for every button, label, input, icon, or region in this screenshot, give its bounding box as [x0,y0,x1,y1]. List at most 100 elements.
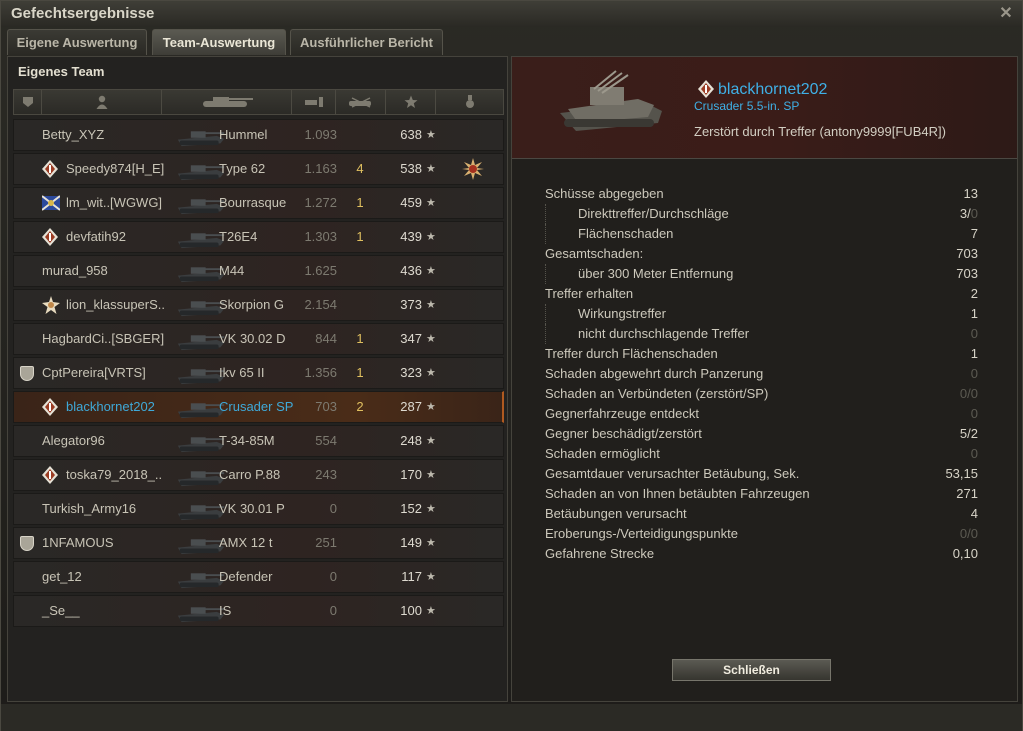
detail-header: blackhornet202 Crusader 5.5-in. SP Zerst… [512,57,1017,159]
kills-icon[interactable] [336,90,386,114]
vehicle-image [554,65,666,140]
tab-detailed-report[interactable]: Ausführlicher Bericht [290,29,443,55]
table-row[interactable]: Betty_XYZ Hummel 1.093 638 ★ [13,119,504,151]
table-row[interactable]: get_12 Defender 0 117 ★ [13,561,504,593]
star-icon: ★ [426,367,436,379]
stat-value-text: 703 [956,246,978,261]
close-button[interactable]: Schließen [672,659,831,681]
player-name: CptPereira[VRTS] [42,365,146,380]
stat-label: Schaden ermöglicht [545,446,660,461]
diamond-badge-icon [42,460,60,490]
close-icon[interactable]: ✕ [998,3,1014,22]
damage-value: 0 [329,501,337,516]
table-row[interactable]: _Se__ IS 0 100 ★ [13,595,504,627]
detail-stats: Schüsse abgegeben 13 Direkttreffer/Durchsc… [545,184,978,564]
star-icon: ★ [426,469,436,481]
table-row[interactable]: Turkish_Army16 VK 30.01 P 0 152 ★ [13,493,504,525]
stat-label: Betäubungen verursacht [545,506,687,521]
star-icon: ★ [426,265,436,277]
stat-value-text: 703 [956,266,978,281]
stat-row: Gesamtschaden: 703 [545,244,978,264]
table-row[interactable]: HagbardCi..[SBGER] VK 30.02 D 844 1 347 ★ [13,323,504,355]
stat-value: 53,15 [945,464,978,484]
stat-value: 0,10 [953,544,978,564]
diamond-badge-icon [42,222,60,252]
stat-value-text: 0,10 [952,546,978,561]
diamond-badge-icon [42,392,60,422]
player-name: toska79_2018_.. [66,467,163,482]
table-row[interactable]: Speedy874[H_E] Type 62 1.163 4 538 ★ [13,153,504,185]
xp-value: 436 [400,263,422,278]
medal-icon[interactable] [436,90,504,114]
xp-value: 638 [400,127,422,142]
xp-value: 248 [400,433,422,448]
stat-label: Gegnerfahrzeuge entdeckt [545,406,699,421]
table-row[interactable]: toska79_2018_.. Carro P.88 243 170 ★ [13,459,504,491]
damage-icon[interactable] [292,90,336,114]
damage-value: 844 [315,331,337,346]
tab-team-evaluation[interactable]: Team-Auswertung [152,29,286,55]
stat-value: 0 [971,324,978,344]
table-row[interactable]: CptPereira[VRTS] Ikv 65 II 1.356 1 323 ★ [13,357,504,389]
stat-value: 3/0 [960,204,978,224]
table-row[interactable]: devfatih92 T26E4 1.303 1 439 ★ [13,221,504,253]
stat-row: Gegner beschädigt/zerstört 5/2 [545,424,978,444]
player-name: 1NFAMOUS [42,535,114,550]
stat-value: 0 [971,404,978,424]
stat-value-text: 53,15 [945,466,978,481]
diamond-badge-icon [42,154,60,184]
star-icon: ★ [426,605,436,617]
stat-label: Flächenschaden [578,226,674,241]
vehicle-name: Skorpion G [219,297,285,312]
stat-label: über 300 Meter Entfernung [578,266,734,281]
stat-label: nicht durchschlagende Treffer [578,326,750,341]
vehicle-icon[interactable] [162,90,292,114]
flag-badge-icon [42,188,60,218]
stat-value: 0 [971,444,978,464]
xp-value: 323 [400,365,422,380]
star-icon: ★ [426,571,436,583]
stat-label: Wirkungstreffer [578,306,666,321]
vehicle-name: M44 [219,263,245,278]
vehicle-name: Crusader SP [219,399,294,414]
damage-value: 1.356 [304,365,337,380]
vehicle-name: AMX 12 t [219,535,273,550]
table-row[interactable]: Alegator96 T-34-85M 554 248 ★ [13,425,504,457]
platoon-icon[interactable] [14,90,42,114]
bottom-bar [1,704,1022,731]
stat-value-text: 0 [970,406,978,421]
kills-value: 1 [356,331,364,346]
table-row[interactable]: lion_klassuperS.. Skorpion G 2.154 373 ★ [13,289,504,321]
table-row[interactable]: murad_958 M44 1.625 436 ★ [13,255,504,287]
clan-shield-icon [20,536,34,551]
stat-row: Schaden abgewehrt durch Panzerung 0 [545,364,978,384]
xp-value: 439 [400,229,422,244]
kills-value [354,426,366,456]
stat-label: Schüsse abgegeben [545,186,664,201]
kills-value: 1 [356,365,364,380]
player-name: lion_klassuperS.. [66,297,165,312]
kills-value: 2 [356,399,364,414]
stat-row: Schaden ermöglicht 0 [545,444,978,464]
stat-value-text: 0/0 [959,526,978,541]
xp-value: 347 [400,331,422,346]
detail-player-name: blackhornet202 [718,81,828,98]
table-row[interactable]: 1NFAMOUS AMX 12 t 251 149 ★ [13,527,504,559]
xp-icon[interactable]: ▼ [386,84,770,114]
star-icon: ★ [426,129,436,141]
player-icon[interactable] [42,90,162,114]
team-table-header: ▼ [13,84,770,115]
xp-value: 287 [400,399,422,414]
stat-row: Direkttreffer/Durchschläge 3/0 [545,204,978,224]
table-row[interactable]: blackhornet202 Crusader SP 703 2 287 ★ [13,391,504,423]
star-icon: ★ [426,163,436,175]
table-row[interactable]: lm_wit..[WGWG] Bourrasque 1.272 1 459 ★ [13,187,504,219]
stat-value: 7 [971,224,978,244]
xp-value: 117 [401,569,422,584]
stat-value-text: 4 [970,506,978,521]
star-icon: ★ [426,537,436,549]
medal-award-icon[interactable] [462,154,484,184]
stat-value-text: 271 [956,486,978,501]
stat-row: nicht durchschlagende Treffer 0 [545,324,978,344]
tab-own-evaluation[interactable]: Eigene Auswertung [7,29,147,55]
